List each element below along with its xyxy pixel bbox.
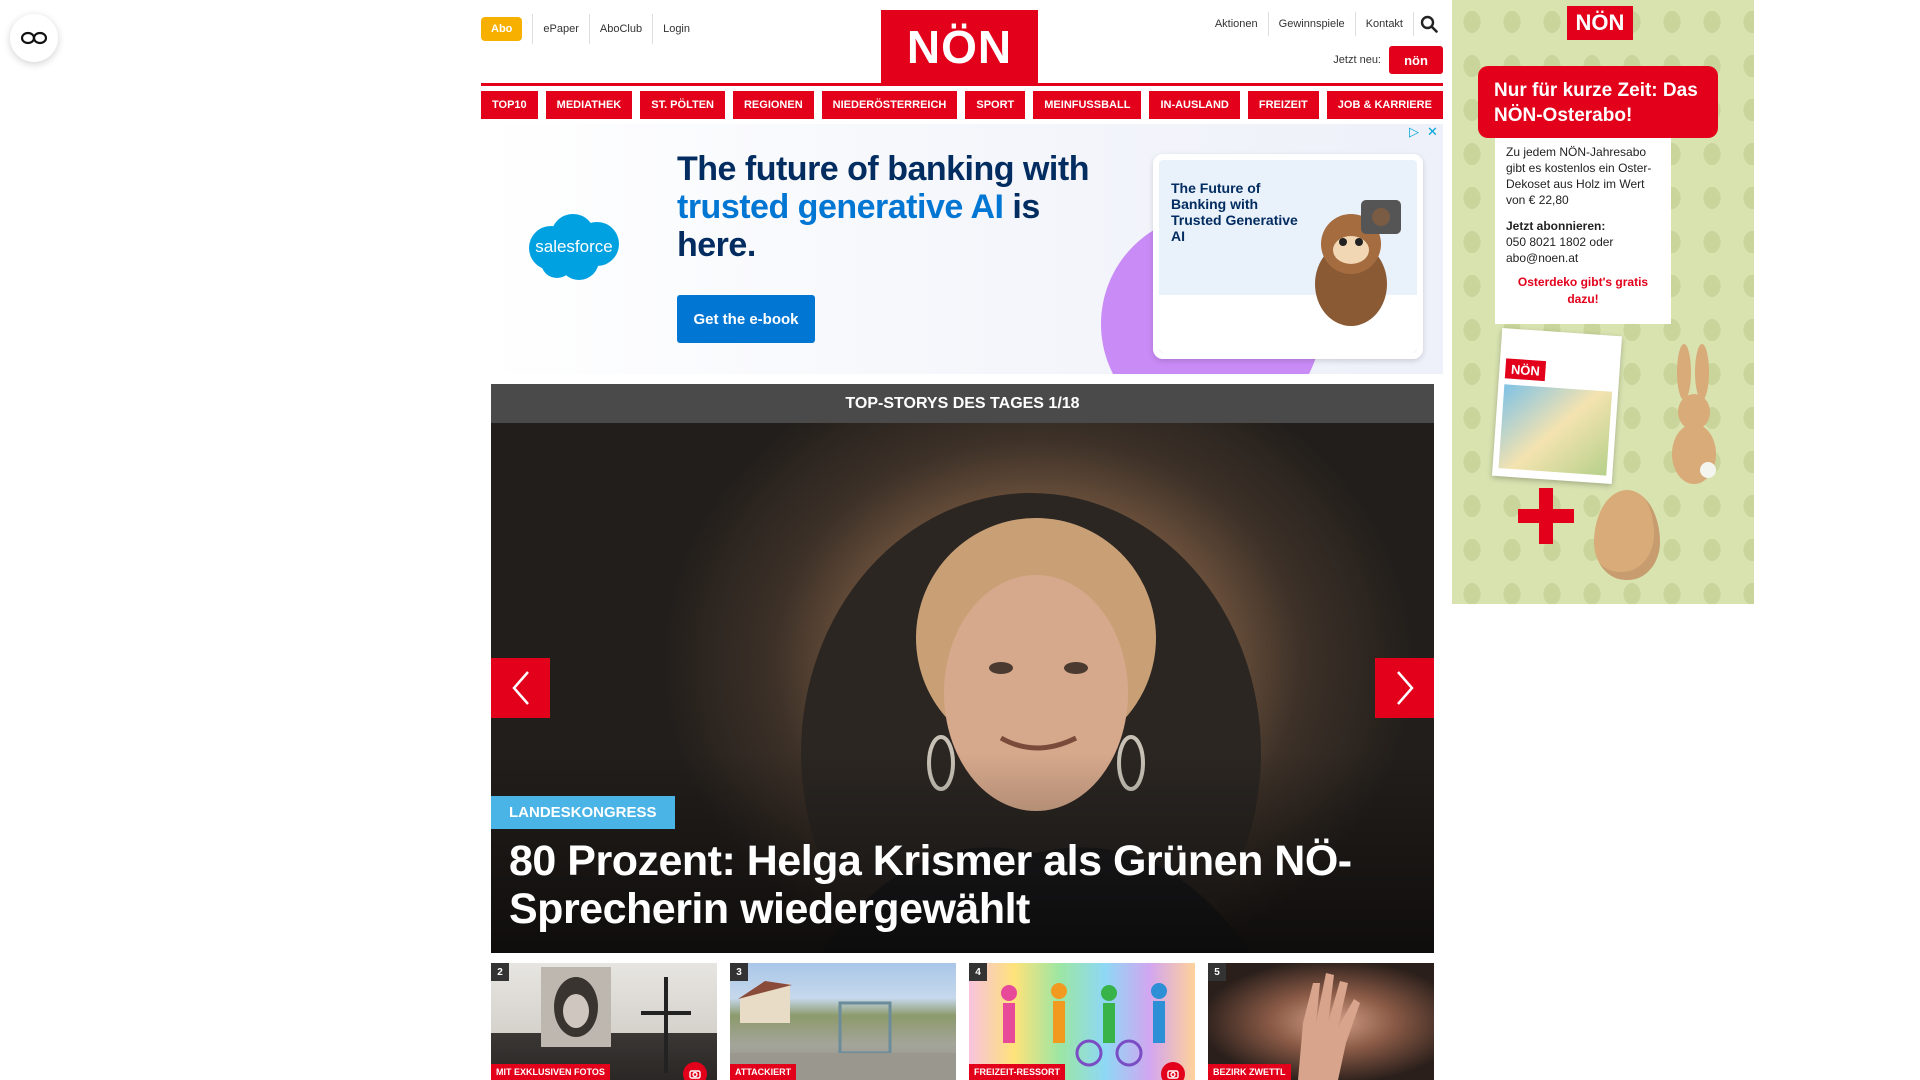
nav-item-in-ausland[interactable]: IN-AUSLAND <box>1149 91 1240 119</box>
thumb-number: 3 <box>730 963 748 981</box>
main-nav: TOP10 MEDIATHEK ST. PÖLTEN REGIONEN NIED… <box>481 91 1443 119</box>
nav-item-sport[interactable]: SPORT <box>965 91 1026 119</box>
nav-item-meinfussball[interactable]: MEINFUSSBALL <box>1033 91 1142 119</box>
jetzt-neu: Jetzt neu: nön <box>1333 46 1443 74</box>
wooden-bunny-image <box>1672 344 1716 484</box>
hero-story[interactable]: LANDESKONGRESS 80 Prozent: Helga Krismer… <box>491 423 1434 953</box>
hero-category-tag[interactable]: LANDESKONGRESS <box>491 796 675 829</box>
ad-headline-highlight: trusted generative AI <box>677 188 1004 226</box>
story-thumbnails: 2 MIT EXKLUSIVEN FOTOS 3 ATTACKIERT 4 FR… <box>491 963 1434 1080</box>
glasses-icon <box>21 31 47 45</box>
astro-mascot-image <box>1315 200 1401 326</box>
camera-icon <box>683 1062 707 1080</box>
magazine-image: NÖN <box>1491 327 1623 485</box>
plus-icon <box>1518 488 1574 544</box>
ad-noen-logo: NÖN <box>1567 6 1633 40</box>
magazine-logo: NÖN <box>1504 358 1547 382</box>
ad-info-panel: Zu jedem NÖN-Jahresabo gibt es kostenlos… <box>1495 138 1671 324</box>
nav-item-st-poelten[interactable]: ST. PÖLTEN <box>640 91 725 119</box>
ad-body-text: Zu jedem NÖN-Jahresabo gibt es kostenlos… <box>1506 145 1652 207</box>
reading-glasses-button[interactable] <box>10 14 58 62</box>
header-left-links: Abo ePaper AboClub Login <box>481 14 700 44</box>
nav-item-freizeit[interactable]: FREIZEIT <box>1247 91 1319 119</box>
abo-button[interactable]: Abo <box>481 17 523 41</box>
carousel-prev-button[interactable] <box>491 658 550 718</box>
login-link[interactable]: Login <box>652 14 700 44</box>
thumb-image <box>730 981 956 1080</box>
chevron-right-icon <box>1396 671 1414 705</box>
ad-email: abo@noen.at <box>1506 251 1579 265</box>
nav-item-top10[interactable]: TOP10 <box>481 91 538 119</box>
ad-close-icon[interactable]: ✕ <box>1427 125 1439 138</box>
ad-phone: 050 8021 1802 oder <box>1506 235 1614 249</box>
search-button[interactable] <box>1413 12 1443 36</box>
ad-headline: Nur für kurze Zeit: Das NÖN-Osterabo! <box>1478 66 1718 138</box>
ebook-cover-title: The Future of Banking with Trusted Gener… <box>1171 180 1298 244</box>
carousel-next-button[interactable] <box>1375 658 1434 718</box>
get-ebook-button[interactable]: Get the e-book <box>677 295 815 343</box>
thumb-number: 2 <box>491 963 509 981</box>
aktionen-link[interactable]: Aktionen <box>1205 12 1268 36</box>
header-right-links: Aktionen Gewinnspiele Kontakt <box>1205 12 1443 36</box>
story-thumb-3[interactable]: 3 ATTACKIERT <box>730 963 956 1080</box>
top-stories-header: TOP-STORYS DES TAGES 1/18 <box>491 384 1434 423</box>
logo-text: NÖN <box>906 20 1013 73</box>
story-thumb-2[interactable]: 2 MIT EXKLUSIVEN FOTOS <box>491 963 717 1080</box>
story-thumb-5[interactable]: 5 BEZIRK ZWETTL <box>1208 963 1434 1080</box>
jetzt-neu-label: Jetzt neu: <box>1333 54 1381 66</box>
ad-headline-part1: The future of banking with <box>677 150 1089 188</box>
noen-osterabo-ad[interactable]: NÖN Nur für kurze Zeit: Das NÖN-Osterabo… <box>1452 0 1754 604</box>
nav-item-regionen[interactable]: REGIONEN <box>732 91 814 119</box>
salesforce-ad-banner[interactable]: salesforce The future of banking with tr… <box>481 124 1443 374</box>
site-logo[interactable]: NÖN <box>881 10 1038 83</box>
ad-promo-text: Osterdeko gibt's gratis dazu! <box>1517 275 1649 306</box>
thumb-tag: MIT EXKLUSIVEN FOTOS <box>491 1064 610 1080</box>
thumb-image <box>541 967 691 1073</box>
epaper-link[interactable]: ePaper <box>532 14 588 44</box>
search-icon <box>1420 15 1438 33</box>
salesforce-logo: salesforce <box>529 214 619 280</box>
chevron-left-icon <box>511 671 529 705</box>
site-header: Abo ePaper AboClub Login NÖN Aktionen Ge… <box>481 0 1443 86</box>
kleine-noen-badge[interactable]: nön <box>1389 46 1443 74</box>
camera-icon <box>1161 1062 1185 1080</box>
header-divider <box>481 83 1443 86</box>
nav-item-niederoesterreich[interactable]: NIEDERÖSTERREICH <box>821 91 958 119</box>
salesforce-wordmark: salesforce <box>535 237 612 256</box>
kontakt-link[interactable]: Kontakt <box>1354 12 1413 36</box>
ad-cta-title: Jetzt abonnieren: <box>1506 219 1606 233</box>
thumb-number: 5 <box>1208 963 1226 981</box>
aboclub-link[interactable]: AboClub <box>588 14 652 44</box>
magazine-cover <box>1498 384 1613 476</box>
nav-item-mediathek[interactable]: MEDIATHEK <box>545 91 633 119</box>
thumb-tag: FREIZEIT-RESSORT <box>969 1064 1066 1080</box>
gewinnspiele-link[interactable]: Gewinnspiele <box>1267 12 1355 36</box>
thumb-tag: BEZIRK ZWETTL <box>1208 1064 1291 1080</box>
hero-headline[interactable]: 80 Prozent: Helga Krismer als Grünen NÖ-… <box>509 837 1409 933</box>
top-stories-label: TOP-STORYS DES TAGES 1/18 <box>845 394 1080 412</box>
adchoices-icon[interactable]: ▷ <box>1409 125 1421 138</box>
ad-headline: The future of banking with trusted gener… <box>677 150 1097 264</box>
ad-choices: ▷ ✕ <box>1409 125 1439 138</box>
thumb-tag: ATTACKIERT <box>730 1064 797 1080</box>
nav-item-job-karriere[interactable]: JOB & KARRIERE <box>1326 91 1443 119</box>
story-thumb-4[interactable]: 4 FREIZEIT-RESSORT <box>969 963 1195 1080</box>
thumb-number: 4 <box>969 963 987 981</box>
thumb-image <box>1298 973 1360 1080</box>
thumb-image <box>1001 983 1167 1067</box>
